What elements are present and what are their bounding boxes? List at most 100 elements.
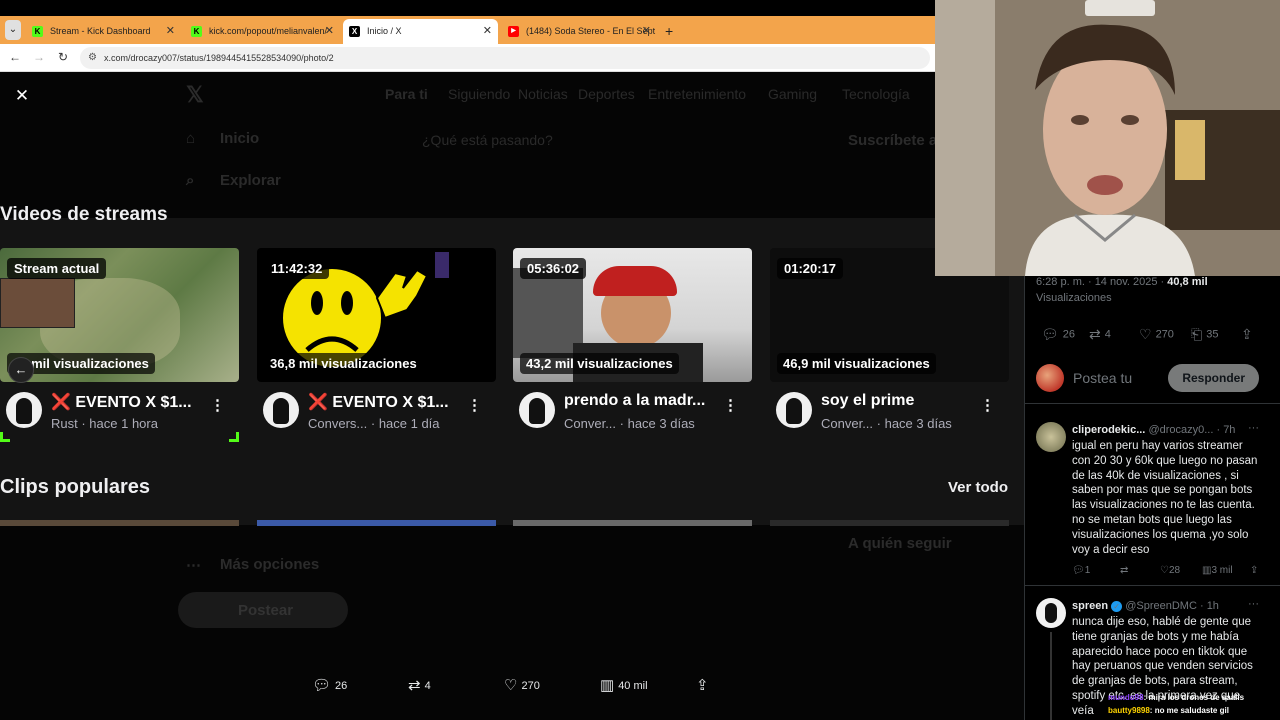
reload-icon[interactable]: ↻	[54, 48, 72, 66]
close-tab-icon[interactable]: ✕	[642, 19, 651, 44]
video-title-text: EVENTO X $1...	[75, 394, 192, 411]
video-card[interactable]: 11:42:32 36,8 mil visualizaciones ❌ EVEN…	[257, 248, 496, 444]
x-mark-icon: ❌	[51, 394, 76, 411]
see-all-link[interactable]: Ver todo	[948, 479, 1008, 496]
chat-message: mundo98: mira los drones de saalis	[1108, 693, 1245, 702]
share-action[interactable]: ⇪	[696, 676, 713, 696]
video-title[interactable]: ❌ EVENTO X $1...	[308, 392, 449, 412]
reply-count: 26	[1062, 328, 1076, 341]
forward-arrow-icon[interactable]: →	[30, 48, 48, 66]
tab-label: Stream - Kick Dashboard	[50, 26, 151, 36]
more-options-icon[interactable]: ⋮	[210, 396, 225, 414]
more-options-icon[interactable]: ⋮	[980, 396, 995, 414]
reply-time: · 7h	[1216, 424, 1236, 436]
reply-stat[interactable]: 💬︎ 26	[1041, 326, 1075, 343]
video-title[interactable]: ❌ EVENTO X $1...	[51, 392, 192, 412]
stream-videos-panel: Videos de streams Stream actual 37 mil v…	[0, 204, 1024, 526]
channel-avatar[interactable]	[6, 392, 42, 428]
clip-thumbnail[interactable]	[257, 520, 496, 526]
video-thumbnail[interactable]: Stream actual 37 mil visualizaciones	[0, 248, 239, 382]
x-logo-icon: 𝕏	[186, 82, 204, 107]
video-card[interactable]: 05:36:02 43,2 mil visualizaciones prendo…	[513, 248, 752, 444]
reply-handle[interactable]: @SpreenDMC	[1125, 600, 1197, 612]
repost-action[interactable]: ⇄ 4	[408, 676, 431, 696]
video-title-text: EVENTO X $1...	[332, 394, 449, 411]
video-category[interactable]: Convers...	[308, 416, 367, 431]
views-action[interactable]: ▥ 40 mil	[600, 676, 648, 696]
reply-author[interactable]: cliperodekic...	[1072, 424, 1145, 436]
video-category[interactable]: Rust	[51, 416, 78, 431]
clip-thumbnail[interactable]	[770, 520, 1009, 526]
views-stat[interactable]: ▥ 3 mil	[1202, 565, 1233, 576]
clip-thumbnail[interactable]	[513, 520, 752, 526]
cap	[593, 266, 677, 296]
reply-tweet[interactable]: cliperodekic... @drocazy0... · 7h ··· ig…	[1025, 412, 1280, 586]
like-action[interactable]: ♡ 270	[504, 676, 540, 696]
heart-icon: ♡	[1139, 326, 1152, 342]
bg-tab: Entretenimiento	[648, 86, 747, 102]
repost-stat[interactable]: ⇄ 4	[1089, 326, 1111, 343]
share-icon[interactable]: ⇪	[1250, 565, 1258, 576]
like-count: 28	[1168, 565, 1181, 576]
reply-input[interactable]: Postea tu	[1073, 370, 1132, 386]
reply-icon: 💬︎	[1041, 326, 1059, 342]
reply-handle[interactable]: @drocazy0...	[1148, 424, 1213, 436]
tab-kick-popout[interactable]: K kick.com/popout/melianvalen/ ✕	[185, 19, 340, 44]
video-category[interactable]: Conver...	[821, 416, 873, 431]
like-stat[interactable]: ♡ 270	[1139, 326, 1174, 343]
more-icon[interactable]: ···	[1248, 422, 1259, 434]
tab-x-inicio[interactable]: X Inicio / X ✕	[343, 19, 498, 44]
channel-avatar[interactable]	[263, 392, 299, 428]
video-card[interactable]: 01:20:17 46,9 mil visualizaciones soy el…	[770, 248, 1009, 444]
bar-chart-icon: ▥	[600, 677, 615, 695]
tab-kick-dashboard[interactable]: K Stream - Kick Dashboard ✕	[26, 19, 181, 44]
reply-button[interactable]: Responder	[1168, 364, 1259, 392]
views-count: 36,8 mil visualizaciones	[264, 353, 423, 374]
channel-avatar[interactable]	[776, 392, 812, 428]
video-thumbnail[interactable]: 11:42:32 36,8 mil visualizaciones	[257, 248, 496, 382]
tweet-detail-column: 6:28 p. m. · 14 nov. 2025 · 40,8 mil Vis…	[1024, 276, 1280, 720]
close-icon[interactable]: ✕	[12, 86, 32, 106]
video-card[interactable]: Stream actual 37 mil visualizaciones ❌ E…	[0, 248, 239, 444]
close-tab-icon[interactable]: ✕	[166, 19, 175, 44]
video-title[interactable]: prendo a la madr...	[564, 392, 705, 410]
views-count: 40,8 mil	[1167, 276, 1208, 288]
reply-stat[interactable]: 💬︎ 1	[1072, 565, 1090, 576]
address-bar[interactable]: ⚙ x.com/drocazy007/status/19894454155285…	[80, 47, 930, 69]
more-icon[interactable]: ···	[1248, 598, 1259, 610]
repost-icon[interactable]: ⇄	[1120, 565, 1128, 576]
clip-thumbnail[interactable]	[0, 520, 239, 526]
video-title[interactable]: soy el prime	[821, 392, 914, 410]
reply-author[interactable]: spreen	[1072, 600, 1108, 612]
video-time: hace 3 días	[884, 416, 952, 431]
bg-tab: Deportes	[578, 86, 635, 102]
verified-badge-icon: ✓	[1111, 600, 1123, 612]
back-arrow-icon[interactable]: ←	[6, 48, 24, 66]
channel-avatar[interactable]	[519, 392, 555, 428]
more-options-icon[interactable]: ⋮	[723, 396, 738, 414]
share-stat[interactable]: ⇪	[1241, 326, 1257, 343]
video-subtitle: Rust · hace 1 hora	[51, 416, 158, 431]
focus-corner	[0, 432, 10, 442]
tab-youtube[interactable]: ▶ (1484) Soda Stereo - En El Sépt ✕	[502, 19, 657, 44]
close-tab-icon[interactable]: ✕	[325, 19, 334, 44]
new-tab-icon[interactable]: +	[665, 19, 673, 44]
repost-count: 4	[1104, 328, 1111, 341]
reply-action[interactable]: 💬︎ 26	[312, 676, 347, 696]
tab-search-dropdown-icon[interactable]: ⌄	[5, 20, 21, 40]
kick-favicon-icon: K	[32, 26, 43, 37]
like-stat[interactable]: ♡ 28	[1160, 565, 1180, 576]
screen: ⌄ K Stream - Kick Dashboard ✕ K kick.com…	[0, 0, 1280, 720]
bookmark-stat[interactable]: ⎗ 35	[1191, 326, 1218, 343]
view-count: 40 mil	[618, 680, 648, 693]
site-info-icon[interactable]: ⚙	[88, 52, 97, 64]
carousel-prev-arrow-icon[interactable]: ←	[8, 357, 34, 383]
reply-avatar[interactable]	[1036, 598, 1066, 628]
stream-chat-overlay: mundo98: mira los drones de saalis bautt…	[1108, 691, 1244, 717]
video-category[interactable]: Conver...	[564, 416, 616, 431]
close-tab-icon[interactable]: ✕	[483, 19, 492, 44]
chat-text: no me saludaste gil	[1154, 706, 1229, 715]
video-thumbnail[interactable]: 05:36:02 43,2 mil visualizaciones	[513, 248, 752, 382]
more-options-icon[interactable]: ⋮	[467, 396, 482, 414]
reply-avatar[interactable]	[1036, 422, 1066, 452]
